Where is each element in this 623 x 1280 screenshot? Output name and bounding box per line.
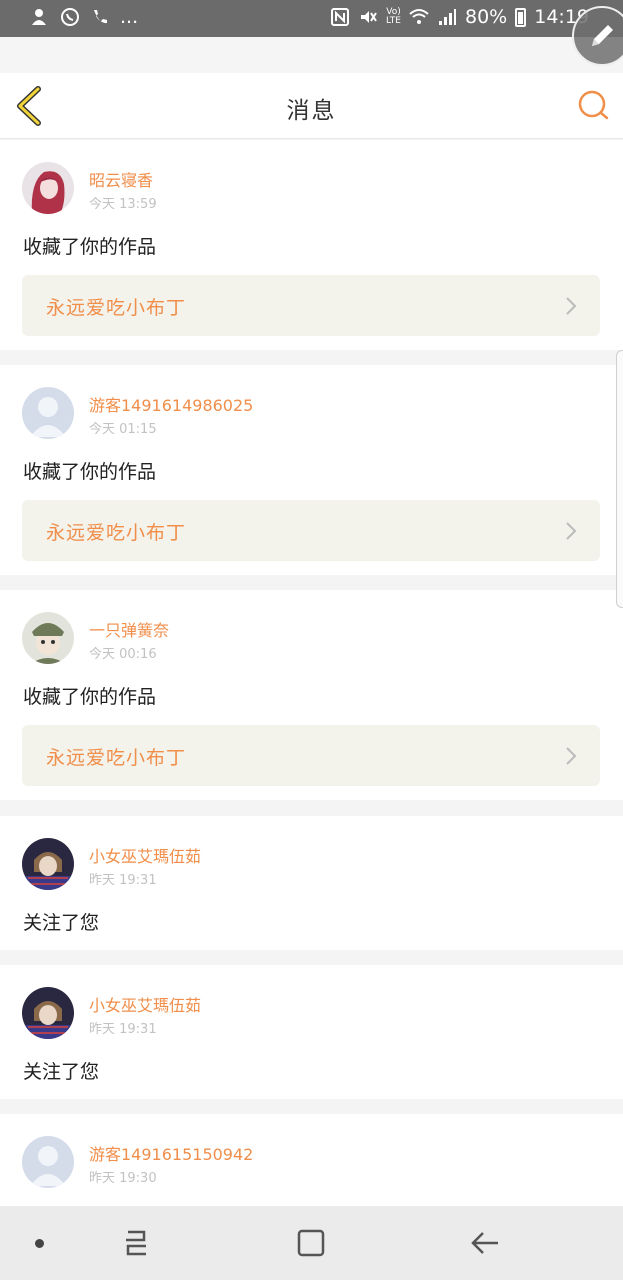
action-text: 关注了您 <box>23 1061 100 1083</box>
notification-card: 小女巫艾瑪伍茹 昨天 19:31 关注了您 <box>0 816 623 950</box>
work-link[interactable]: 永远爱吃小布丁 <box>22 725 600 786</box>
top-spacer <box>0 37 623 73</box>
avatar[interactable] <box>22 987 74 1039</box>
app-header: 消息 <box>0 73 623 139</box>
recent-apps-icon[interactable] <box>120 1228 152 1258</box>
wifi-icon <box>409 9 429 24</box>
work-link[interactable]: 永远爱吃小布丁 <box>22 275 600 336</box>
work-title: 永远爱吃小布丁 <box>46 747 187 769</box>
more-notifications: ... <box>120 6 139 28</box>
avatar[interactable] <box>22 1136 74 1188</box>
pencil-icon <box>592 25 613 46</box>
work-title: 永远爱吃小布丁 <box>46 297 187 319</box>
volte-indicator: Vo) LTE <box>386 7 401 26</box>
work-link[interactable]: 永远爱吃小布丁 <box>22 500 600 561</box>
username[interactable]: 小女巫艾瑪伍茹 <box>89 992 201 1016</box>
timestamp: 昨天 19:30 <box>89 1171 157 1186</box>
action-text: 收藏了你的作品 <box>23 686 157 708</box>
timestamp: 昨天 19:31 <box>89 1022 157 1037</box>
username[interactable]: 一只弹簧奈 <box>89 617 169 641</box>
home-icon[interactable] <box>296 1228 326 1258</box>
nfc-icon <box>331 8 350 26</box>
avatar[interactable] <box>22 612 74 664</box>
timestamp: 昨天 19:31 <box>89 873 157 888</box>
notification-card: 一只弹簧奈 今天 00:16 收藏了你的作品 永远爱吃小布丁 <box>0 590 623 800</box>
search-icon[interactable] <box>574 87 614 125</box>
keyboard-dot-icon[interactable] <box>35 1239 44 1248</box>
avatar[interactable] <box>22 838 74 890</box>
work-title: 永远爱吃小布丁 <box>46 522 187 544</box>
timestamp: 今天 00:16 <box>89 647 157 662</box>
floating-edit-button[interactable] <box>572 6 623 66</box>
phone-icon <box>94 10 107 24</box>
chevron-right-icon <box>566 522 577 540</box>
status-right-icons: Vo) LTE 80% 14:19 <box>330 6 589 28</box>
system-navigation-bar <box>0 1206 623 1280</box>
timestamp: 今天 13:59 <box>89 197 157 212</box>
username[interactable]: 游客1491615150942 <box>89 1141 253 1165</box>
timestamp: 今天 01:15 <box>89 422 157 437</box>
username[interactable]: 小女巫艾瑪伍茹 <box>89 843 201 867</box>
mute-icon <box>361 11 377 23</box>
battery-icon <box>515 7 527 27</box>
action-text: 关注了您 <box>23 912 100 934</box>
notification-card: 游客1491614986025 今天 01:15 收藏了你的作品 永远爱吃小布丁 <box>0 365 623 575</box>
contact-icon <box>32 9 46 25</box>
scroll-indicator[interactable] <box>616 350 623 608</box>
status-bar: ... Vo) LTE 80% 14:19 <box>0 0 623 37</box>
back-icon[interactable] <box>470 1228 502 1258</box>
status-left-icons: ... <box>30 6 138 28</box>
action-text: 收藏了你的作品 <box>23 236 157 258</box>
notification-card: 小女巫艾瑪伍茹 昨天 19:31 关注了您 <box>0 965 623 1099</box>
whatsapp-icon <box>61 8 79 26</box>
chevron-right-icon <box>566 297 577 315</box>
chevron-right-icon <box>566 747 577 765</box>
page-title: 消息 <box>286 98 337 124</box>
username[interactable]: 游客1491614986025 <box>89 392 253 416</box>
action-text: 收藏了你的作品 <box>23 461 157 483</box>
notification-card: 昭云寝香 今天 13:59 收藏了你的作品 永远爱吃小布丁 <box>0 140 623 350</box>
avatar[interactable] <box>22 387 74 439</box>
notification-card: 游客1491615150942 昨天 19:30 <box>0 1114 623 1206</box>
username[interactable]: 昭云寝香 <box>89 167 153 191</box>
avatar[interactable] <box>22 162 74 214</box>
signal-icon <box>439 9 456 25</box>
battery-percent: 80% <box>465 6 508 28</box>
